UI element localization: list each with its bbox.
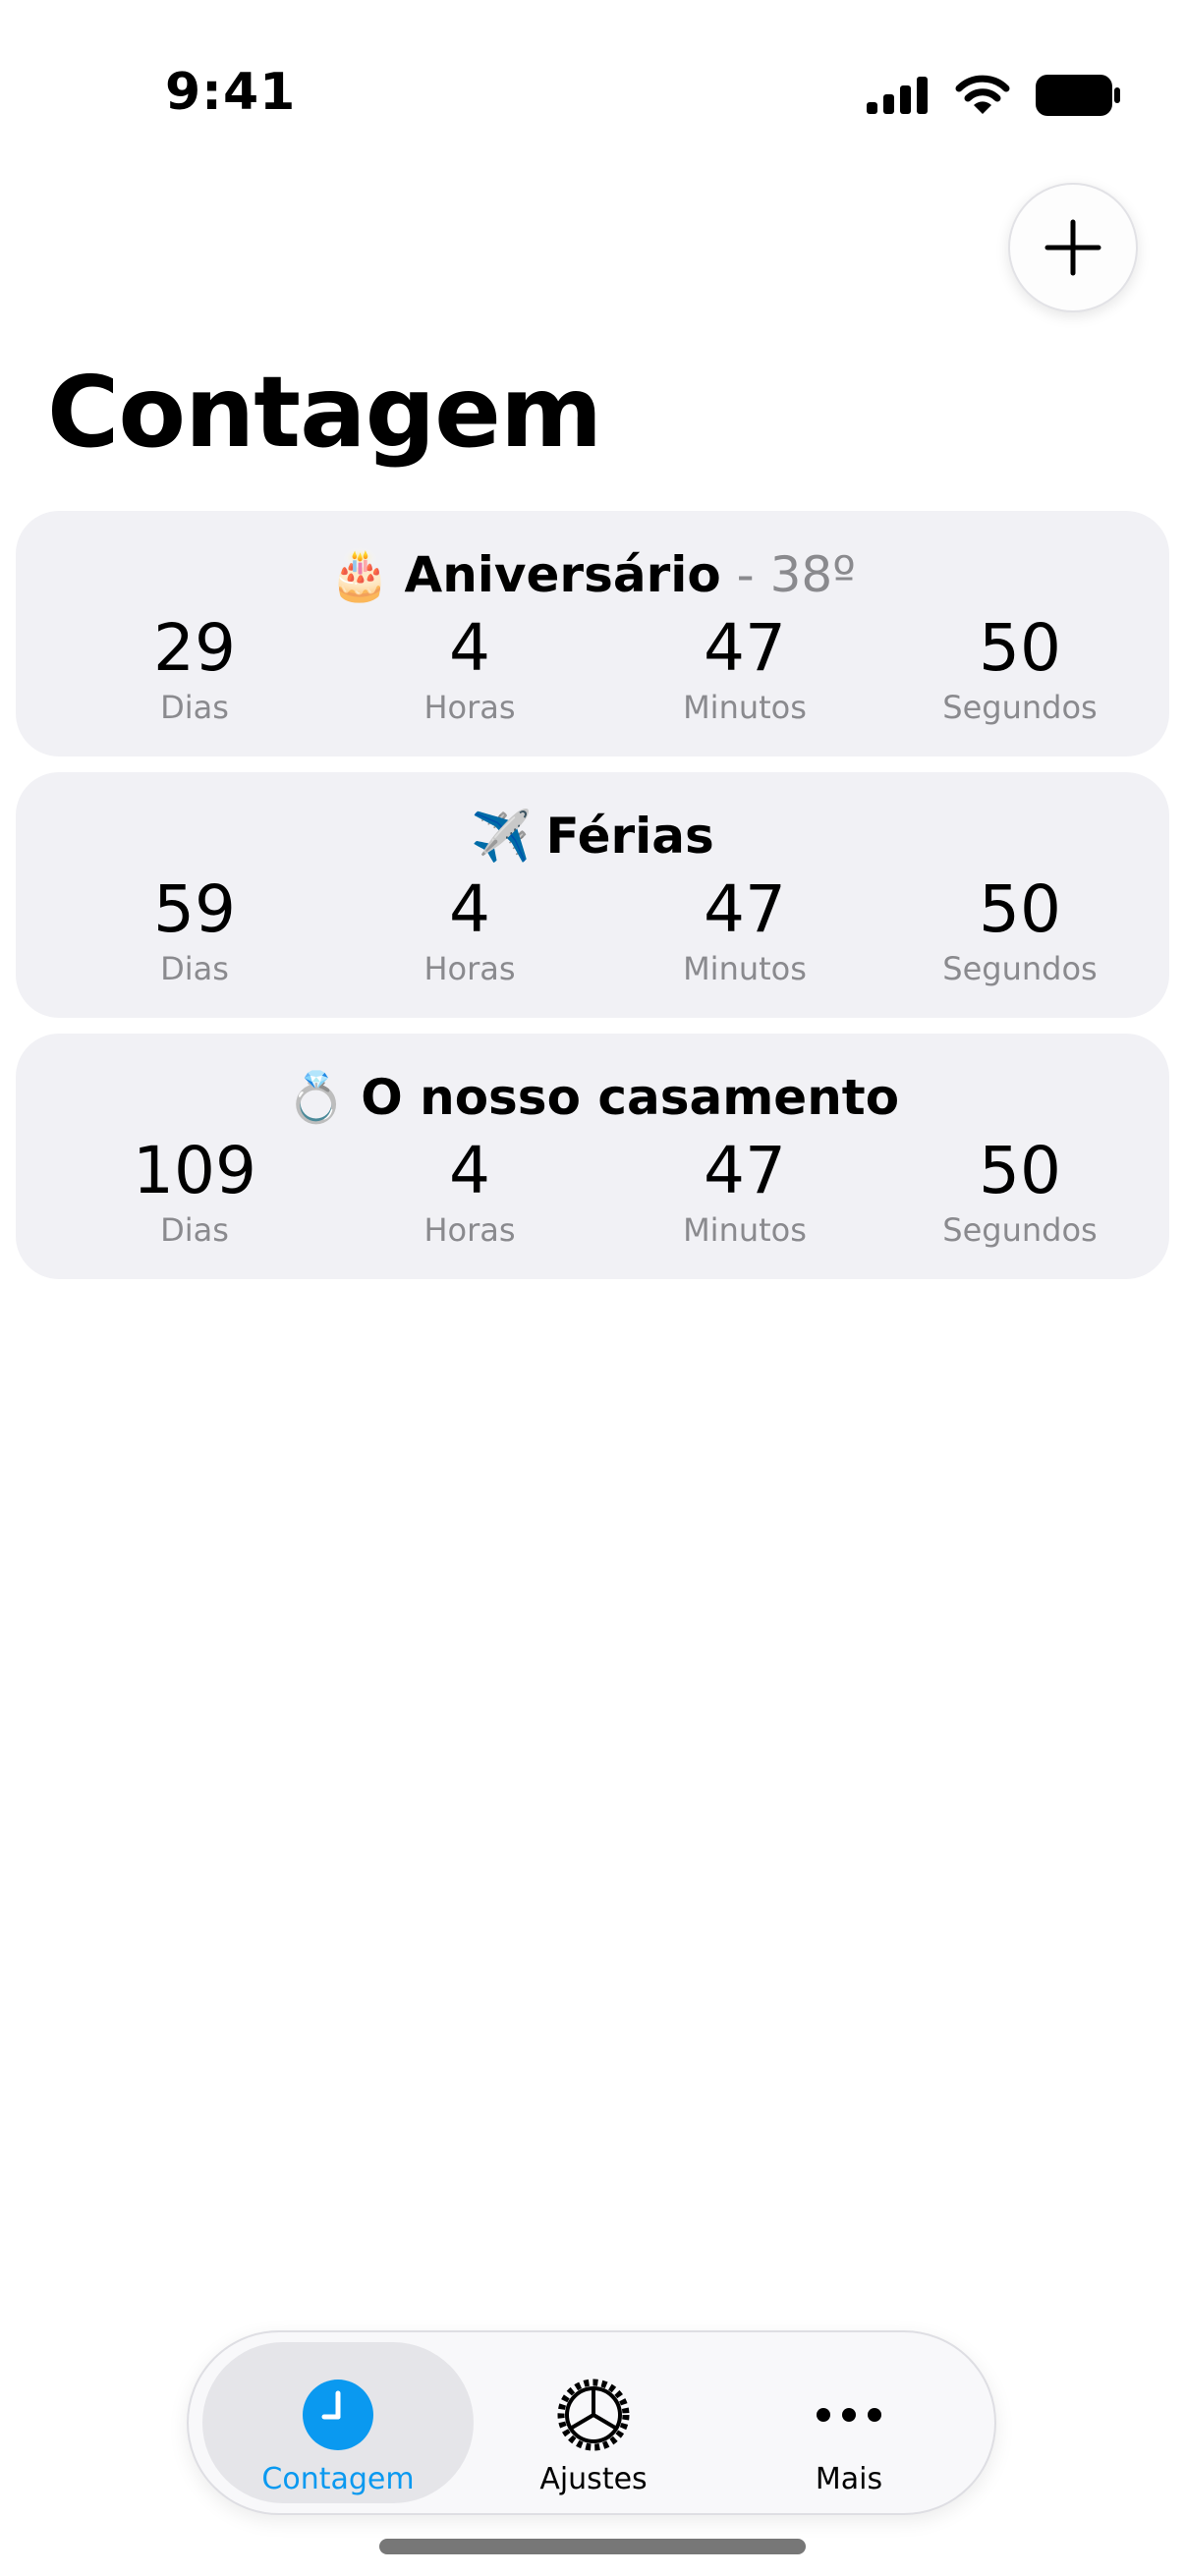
days-unit: 109 Dias [57, 1132, 332, 1250]
cellular-signal-icon [867, 77, 928, 114]
hours-unit: 4 Horas [332, 870, 607, 988]
days-value: 109 [133, 1133, 256, 1208]
hours-label: Horas [423, 950, 516, 987]
minutes-value: 47 [704, 1133, 786, 1208]
seconds-value: 50 [979, 871, 1061, 947]
countdown-name: O nosso casamento [361, 1069, 900, 1126]
minutes-label: Minutos [683, 950, 807, 987]
airplane-icon: ✈️ [471, 808, 533, 865]
status-icons [867, 69, 1120, 122]
birthday-cake-icon: 🎂 [329, 546, 391, 603]
wifi-icon [955, 75, 1010, 114]
days-label: Dias [160, 1211, 229, 1249]
minutes-value: 47 [704, 610, 786, 686]
tab-label: Ajustes [539, 2462, 648, 2496]
plus-icon [1044, 219, 1101, 276]
countdown-title: 💍 O nosso casamento [16, 1063, 1169, 1132]
days-value: 29 [153, 610, 236, 686]
status-time: 9:41 [165, 63, 297, 122]
days-value: 59 [153, 871, 236, 947]
gear-icon [557, 2379, 630, 2451]
seconds-value: 50 [979, 610, 1061, 686]
hours-unit: 4 Horas [332, 609, 607, 727]
tab-mais[interactable]: Mais [713, 2342, 985, 2503]
home-indicator [379, 2539, 806, 2554]
days-label: Dias [160, 689, 229, 726]
countdown-age: - 38º [720, 546, 856, 603]
hours-value: 4 [449, 1133, 490, 1208]
seconds-value: 50 [979, 1133, 1061, 1208]
countdown-title: ✈️ Férias [16, 802, 1169, 870]
countdown-card-birthday[interactable]: 🎂 Aniversário - 38º 29 Dias 4 Horas 47 Mi… [16, 511, 1169, 756]
tab-contagem[interactable]: Contagem [202, 2342, 474, 2503]
countdown-card-vacation[interactable]: ✈️ Férias 59 Dias 4 Horas 47 Minutos 50 S… [16, 772, 1169, 1018]
ring-icon: 💍 [285, 1069, 348, 1126]
tab-ajustes[interactable]: Ajustes [458, 2342, 729, 2503]
days-unit: 29 Dias [57, 609, 332, 727]
minutes-unit: 47 Minutos [607, 870, 882, 988]
hours-unit: 4 Horas [332, 1132, 607, 1250]
countdown-name: Férias [545, 808, 714, 865]
tab-label: Contagem [261, 2462, 415, 2496]
hours-label: Horas [423, 689, 516, 726]
hours-value: 4 [449, 610, 490, 686]
minutes-label: Minutos [683, 689, 807, 726]
minutes-unit: 47 Minutos [607, 609, 882, 727]
ellipsis-icon [817, 2408, 881, 2422]
minutes-unit: 47 Minutos [607, 1132, 882, 1250]
battery-icon [1036, 75, 1120, 116]
countdown-name: Aniversário [404, 546, 721, 603]
seconds-unit: 50 Segundos [882, 870, 1157, 988]
countdown-card-wedding[interactable]: 💍 O nosso casamento 109 Dias 4 Horas 47 M… [16, 1034, 1169, 1279]
tab-bar: Contagem Ajustes Mais [187, 2330, 996, 2515]
minutes-value: 47 [704, 871, 786, 947]
countdown-title: 🎂 Aniversário - 38º [16, 540, 1169, 609]
clock-icon [303, 2380, 373, 2450]
minutes-label: Minutos [683, 1211, 807, 1249]
seconds-label: Segundos [942, 689, 1098, 726]
days-label: Dias [160, 950, 229, 987]
seconds-unit: 50 Segundos [882, 1132, 1157, 1250]
seconds-label: Segundos [942, 1211, 1098, 1249]
seconds-unit: 50 Segundos [882, 609, 1157, 727]
days-unit: 59 Dias [57, 870, 332, 988]
page-title: Contagem [47, 355, 602, 470]
add-countdown-button[interactable] [1008, 183, 1138, 312]
hours-value: 4 [449, 871, 490, 947]
seconds-label: Segundos [942, 950, 1098, 987]
hours-label: Horas [423, 1211, 516, 1249]
tab-label: Mais [815, 2462, 883, 2496]
